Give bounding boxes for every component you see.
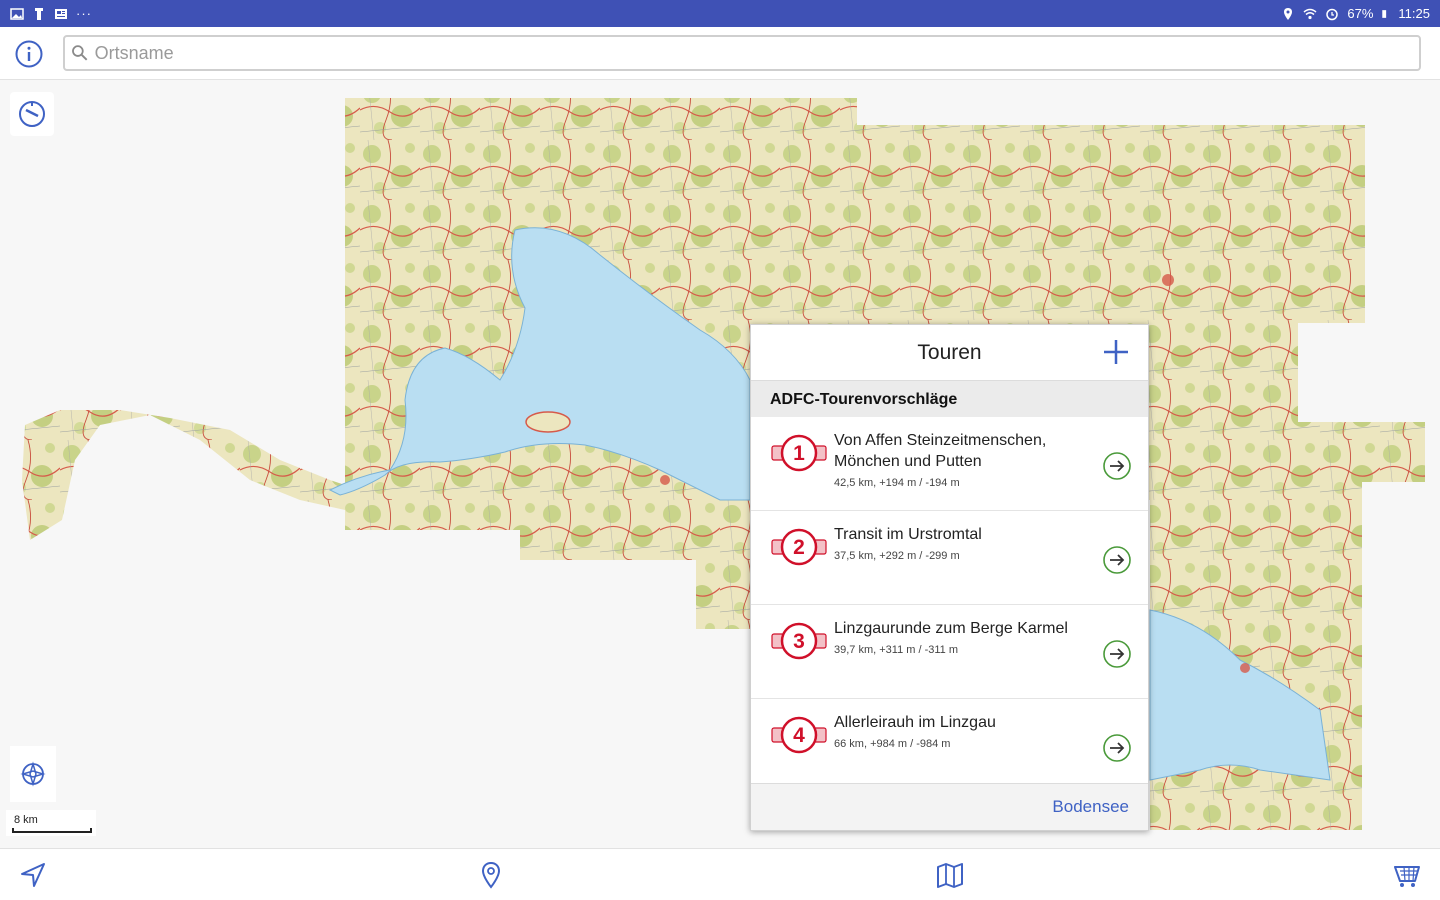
compass-icon — [19, 101, 45, 127]
tour-title: Transit im Urstromtal — [834, 526, 982, 543]
tour-meta: 37,5 km, +292 m / -299 m — [834, 550, 960, 562]
tour-list-item[interactable]: 4 Allerleirauh im Linzgau 66 km, +984 m … — [751, 699, 1148, 793]
region-link[interactable]: Bodensee — [1052, 797, 1129, 817]
map-book-icon — [937, 863, 963, 888]
navigate-icon — [21, 863, 45, 887]
search-icon — [72, 45, 88, 61]
city-marker — [660, 475, 670, 485]
tour-open-arrow-icon[interactable] — [1102, 451, 1132, 481]
gps-crosshair-icon — [20, 761, 46, 787]
scale-bar — [12, 828, 92, 833]
shop-cart-icon — [1394, 866, 1420, 887]
usb-icon — [35, 7, 43, 20]
alarm-icon — [1326, 8, 1339, 20]
battery-percent: 67% — [1347, 6, 1374, 21]
more-dots-icon: ··· — [76, 6, 92, 21]
info-icon[interactable] — [14, 39, 44, 69]
tour-open-arrow-icon[interactable] — [1102, 545, 1132, 575]
map-view[interactable]: 8 km — [0, 80, 1440, 848]
tour-list-item[interactable]: 3 Linzgaurunde zum Berge Karmel 39,7 km,… — [751, 605, 1148, 699]
tour-title: Von Affen Steinzeitmenschen, Mönchen und… — [834, 432, 1047, 470]
gps-locate-button[interactable] — [10, 746, 56, 802]
tour-section-header: ADFC-Tourenvorschläge — [751, 381, 1148, 417]
news-icon — [55, 8, 67, 19]
tours-panel-header: Touren — [751, 325, 1148, 381]
tour-meta: 66 km, +984 m / -984 m — [834, 738, 951, 750]
tours-panel-footer: Bodensee — [751, 783, 1148, 830]
tour-number: 2 — [793, 536, 805, 559]
bottom-toolbar — [0, 848, 1440, 900]
tour-title: Linzgaurunde zum Berge Karmel — [834, 620, 1068, 637]
status-bar-right: 67% 11:25 — [1281, 6, 1430, 21]
city-marker — [1240, 663, 1250, 673]
city-marker — [1162, 274, 1174, 286]
tour-meta: 42,5 km, +194 m / -194 m — [834, 477, 960, 489]
tour-title: Allerleirauh im Linzgau — [834, 714, 996, 731]
search-box[interactable] — [63, 35, 1421, 71]
tour-list-item[interactable]: 2 Transit im Urstromtal 37,5 km, +292 m … — [751, 511, 1148, 605]
island-shape — [525, 411, 571, 433]
place-pin-button[interactable] — [474, 858, 508, 892]
tour-number: 1 — [793, 442, 805, 465]
battery-icon — [1382, 9, 1387, 18]
tours-panel: Touren ADFC-Tourenvorschläge 1 Von Affen… — [750, 324, 1149, 831]
scale-label: 8 km — [14, 814, 38, 826]
status-bar: ··· 67% 11:25 — [0, 0, 1440, 27]
map-book-button[interactable] — [933, 858, 967, 892]
shop-cart-button[interactable] — [1390, 858, 1424, 892]
add-tour-plus-icon[interactable] — [1102, 338, 1130, 366]
tour-meta: 39,7 km, +311 m / -311 m — [834, 644, 959, 656]
tour-number: 3 — [793, 630, 805, 653]
wifi-icon — [1303, 8, 1317, 19]
compass-button[interactable] — [10, 92, 54, 136]
place-pin-icon — [481, 861, 501, 889]
tour-number: 4 — [793, 724, 805, 747]
location-icon — [1284, 7, 1293, 20]
status-bar-left: ··· — [10, 6, 92, 21]
tour-open-arrow-icon[interactable] — [1102, 639, 1132, 669]
top-bar — [0, 27, 1440, 80]
gallery-icon — [10, 7, 24, 20]
topographic-map[interactable] — [0, 80, 1440, 848]
tour-open-arrow-icon[interactable] — [1102, 733, 1132, 763]
tour-list-item[interactable]: 1 Von Affen Steinzeitmenschen, Mönchen u… — [751, 417, 1148, 511]
search-input[interactable] — [92, 41, 1419, 65]
map-scale: 8 km — [6, 810, 96, 836]
navigate-button[interactable] — [16, 858, 50, 892]
clock: 11:25 — [1398, 6, 1430, 21]
tours-panel-title: Touren — [917, 341, 982, 364]
